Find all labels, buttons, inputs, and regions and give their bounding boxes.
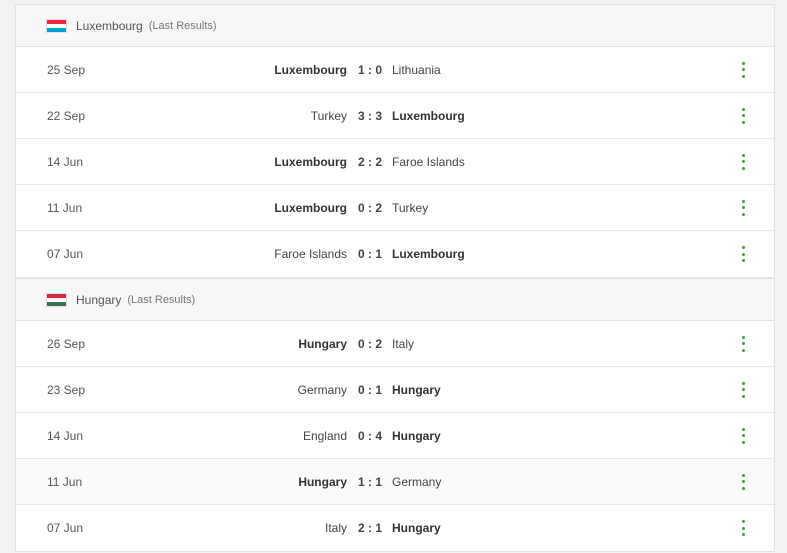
match-score: 0 : 2 [358, 336, 383, 351]
match-score: 2 : 1 [358, 521, 383, 535]
match-score: 0 : 1 [358, 247, 383, 261]
away-team: Hungary [392, 428, 441, 443]
match-row[interactable]: 25 Sep Luxembourg 1 : 0 Lithuania [16, 47, 774, 93]
home-team: Hungary [298, 474, 347, 489]
team-results-panel-luxembourg: Luxembourg (Last Results) 25 Sep Luxembo… [15, 4, 775, 278]
match-date: 11 Jun [47, 200, 83, 215]
match-date: 25 Sep [47, 62, 86, 77]
away-team: Faroe Islands [392, 154, 465, 169]
match-date: 26 Sep [47, 336, 86, 351]
home-team: Germany [297, 382, 347, 397]
more-options-icon[interactable] [739, 473, 747, 490]
match-date: 14 Jun [47, 154, 84, 169]
match-date: 23 Sep [47, 382, 86, 397]
home-team: Luxembourg [274, 62, 347, 77]
hungary-flag-icon [46, 292, 67, 307]
match-row[interactable]: 07 Jun Faroe Islands 0 : 1 Luxembourg [16, 231, 774, 277]
match-date: 07 Jun [47, 521, 84, 535]
team-name: Luxembourg [76, 18, 143, 33]
home-team: Italy [324, 521, 347, 535]
team-header: Hungary (Last Results) [16, 279, 774, 321]
match-date: 22 Sep [47, 108, 86, 123]
away-team: Luxembourg [392, 247, 465, 261]
team-name: Hungary [76, 292, 122, 307]
more-options-icon[interactable] [739, 153, 747, 170]
team-note: (Last Results) [148, 19, 217, 32]
away-team: Italy [392, 336, 415, 351]
more-options-icon[interactable] [739, 61, 747, 78]
home-team: Luxembourg [274, 154, 347, 169]
match-row[interactable]: 07 Jun Italy 2 : 1 Hungary [16, 505, 774, 551]
more-options-icon[interactable] [739, 335, 747, 352]
match-date: 14 Jun [47, 428, 84, 443]
match-date: 11 Jun [47, 474, 83, 489]
home-team: Luxembourg [274, 200, 347, 215]
match-score: 0 : 4 [358, 428, 383, 443]
away-team: Hungary [392, 382, 441, 397]
match-row[interactable]: 23 Sep Germany 0 : 1 Hungary [16, 367, 774, 413]
match-row[interactable]: 11 Jun Hungary 1 : 1 Germany [16, 459, 774, 505]
more-options-icon[interactable] [739, 199, 747, 216]
more-options-icon[interactable] [739, 427, 747, 444]
match-score: 0 : 2 [358, 200, 383, 215]
match-score: 3 : 3 [358, 108, 383, 123]
more-options-icon[interactable] [739, 246, 747, 262]
match-score: 2 : 2 [358, 154, 383, 169]
luxembourg-flag-icon [46, 18, 67, 33]
home-team: Hungary [298, 336, 347, 351]
more-options-icon[interactable] [739, 520, 747, 536]
match-row[interactable]: 14 Jun England 0 : 4 Hungary [16, 413, 774, 459]
home-team: Faroe Islands [274, 247, 347, 261]
match-score: 1 : 1 [358, 474, 383, 489]
team-header: Luxembourg (Last Results) [16, 5, 774, 47]
match-row[interactable]: 11 Jun Luxembourg 0 : 2 Turkey [16, 185, 774, 231]
away-team: Turkey [392, 200, 429, 215]
match-row[interactable]: 26 Sep Hungary 0 : 2 Italy [16, 321, 774, 367]
away-team: Hungary [392, 521, 441, 535]
team-note: (Last Results) [127, 293, 196, 306]
away-team: Lithuania [392, 62, 441, 77]
match-row[interactable]: 22 Sep Turkey 3 : 3 Luxembourg [16, 93, 774, 139]
match-score: 0 : 1 [358, 382, 383, 397]
more-options-icon[interactable] [739, 381, 747, 398]
more-options-icon[interactable] [739, 107, 747, 124]
home-team: England [302, 428, 347, 443]
home-team: Turkey [310, 108, 347, 123]
match-date: 07 Jun [47, 247, 84, 261]
match-score: 1 : 0 [358, 62, 383, 77]
away-team: Germany [392, 474, 442, 489]
team-results-panel-hungary: Hungary (Last Results) 26 Sep Hungary 0 … [15, 278, 775, 552]
match-row[interactable]: 14 Jun Luxembourg 2 : 2 Faroe Islands [16, 139, 774, 185]
away-team: Luxembourg [392, 108, 465, 123]
